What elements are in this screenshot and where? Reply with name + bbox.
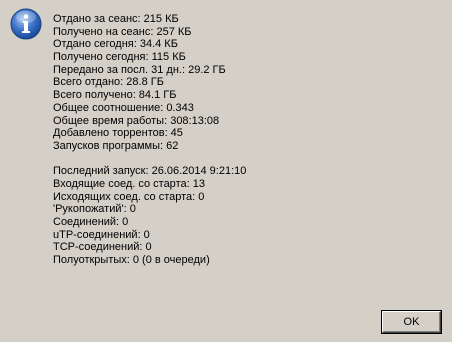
stat-line-downloaded-session: Получено на сеанс: 257 КБ xyxy=(53,25,192,38)
stat-line-half-open: Полуоткрытых: 0 (0 в очереди) xyxy=(53,254,210,267)
statistics-dialog: Отдано за сеанс: 215 КБ Получено на сеан… xyxy=(0,0,452,342)
statistics-text: Отдано за сеанс: 215 КБ Получено на сеан… xyxy=(53,13,246,267)
stat-line-incoming-connections: Входящие соед. со старта: 13 xyxy=(53,177,205,190)
stat-line-connections: Соединений: 0 xyxy=(53,216,129,228)
stat-line-last-launch: Последний запуск: 26.06.2014 9:21:10 xyxy=(53,165,247,178)
stat-line-utp-connections: uTP-соединений: 0 xyxy=(53,228,150,241)
stat-line-downloaded-today: Получено сегодня: 115 КБ xyxy=(53,51,186,64)
stat-line-tcp-connections: TCP-соединений: 0 xyxy=(53,241,152,254)
stat-line-transferred-31-days: Передано за посл. 31 дн.: 29.2 ГБ xyxy=(53,63,226,76)
section-spacer xyxy=(53,153,246,166)
stat-line-overall-ratio: Общее соотношение: 0.343 xyxy=(53,101,194,114)
stat-line-program-launches: Запусков программы: 62 xyxy=(53,139,179,152)
stat-line-uploaded-session: Отдано за сеанс: 215 КБ xyxy=(53,13,179,25)
stat-line-outgoing-connections: Исходящих соед. со старта: 0 xyxy=(53,190,205,203)
info-icon xyxy=(10,8,42,40)
stat-line-torrents-added: Добавлено торрентов: 45 xyxy=(53,127,183,140)
stat-line-total-uptime: Общее время работы: 308:13:08 xyxy=(53,114,220,127)
stat-line-handshakes: 'Рукопожатий': 0 xyxy=(53,203,136,216)
stat-line-total-downloaded: Всего получено: 84.1 ГБ xyxy=(53,89,177,102)
stat-line-uploaded-today: Отдано сегодня: 34.4 КБ xyxy=(53,38,178,51)
stat-line-total-uploaded: Всего отдано: 28.8 ГБ xyxy=(53,76,164,89)
ok-button[interactable]: OK xyxy=(382,311,441,333)
